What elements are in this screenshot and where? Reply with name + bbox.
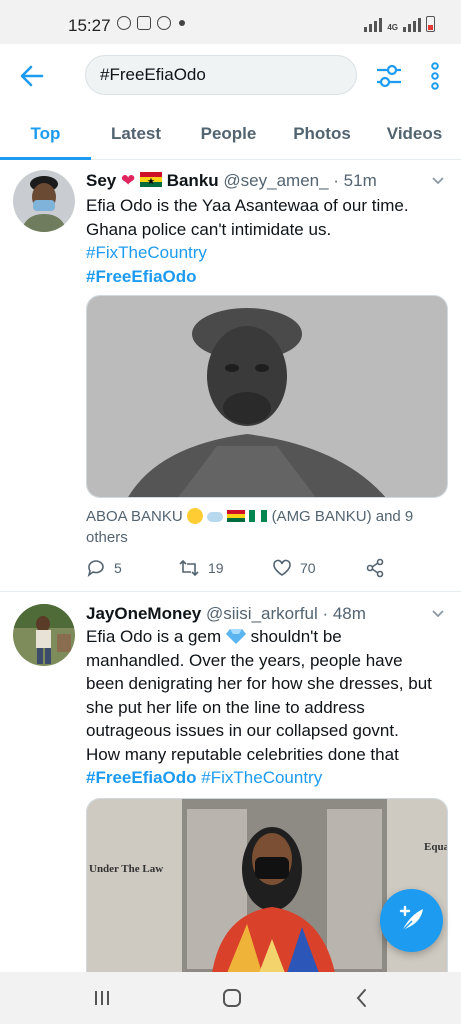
sync-icon bbox=[157, 16, 171, 30]
author-handle[interactable]: @siisi_arkorful bbox=[206, 604, 318, 623]
like-count: 70 bbox=[300, 560, 316, 576]
tweet[interactable]: Sey ❤ Banku @sey_amen_ · 51m Efia Odo is… bbox=[0, 161, 461, 592]
tab-top[interactable]: Top bbox=[0, 108, 91, 160]
more-notifications-icon bbox=[179, 20, 185, 26]
hashtag-link[interactable]: #FixTheCountry bbox=[86, 241, 451, 265]
back-nav-icon[interactable] bbox=[352, 987, 372, 1009]
ghana-flag-icon bbox=[227, 510, 246, 522]
heart-emoji: ❤ bbox=[120, 171, 136, 190]
active-tab-indicator bbox=[0, 157, 91, 160]
system-icons: 4G bbox=[364, 16, 435, 32]
system-nav-bar bbox=[0, 972, 461, 1024]
author-name[interactable]: Sey bbox=[86, 171, 116, 190]
retweet-icon bbox=[179, 559, 199, 577]
tweet-text: Efia Odo is a gem shouldn't be manhandle… bbox=[86, 627, 432, 787]
reply-count: 5 bbox=[114, 560, 122, 576]
author-handle[interactable]: @sey_amen_ bbox=[223, 171, 328, 190]
compose-tweet-button[interactable] bbox=[380, 889, 443, 952]
share-button[interactable] bbox=[365, 558, 385, 578]
whatsapp-icon bbox=[117, 16, 131, 30]
building-sign-right: Equal bbox=[424, 841, 447, 853]
tweet-actions: 5 19 70 bbox=[86, 558, 416, 582]
chevron-down-icon[interactable] bbox=[431, 607, 445, 621]
network-type: 4G bbox=[387, 23, 398, 32]
tagged-users[interactable]: ABOA BANKU (AMG BANKU) and 9 others bbox=[86, 506, 426, 548]
tweet-image[interactable] bbox=[86, 295, 448, 498]
signal-icon-2 bbox=[403, 16, 421, 32]
search-input[interactable]: #FreeEfiaOdo bbox=[85, 55, 357, 95]
building-sign-left: Under The Law bbox=[89, 863, 164, 875]
hashtag-link[interactable]: #FreeEfiaOdo bbox=[86, 768, 197, 787]
signal-icon bbox=[364, 16, 383, 32]
tweet-time: · 48m bbox=[322, 604, 366, 623]
ghana-flag-icon bbox=[139, 172, 162, 187]
tweet-text: Efia Odo is the Yaa Asantewaa of our tim… bbox=[86, 194, 451, 288]
avatar[interactable] bbox=[13, 604, 75, 666]
author-name[interactable]: JayOneMoney bbox=[86, 604, 201, 623]
tab-latest[interactable]: Latest bbox=[91, 108, 181, 159]
author-name-suffix[interactable]: Banku bbox=[167, 171, 219, 190]
recent-apps-icon[interactable] bbox=[92, 988, 112, 1008]
arrow-left-icon[interactable] bbox=[18, 62, 46, 90]
gallery-icon bbox=[137, 16, 151, 30]
gem-icon bbox=[225, 629, 246, 644]
home-icon[interactable] bbox=[221, 987, 243, 1009]
avatar[interactable] bbox=[13, 170, 75, 232]
reply-icon bbox=[87, 560, 104, 577]
hashtag-link[interactable]: #FreeEfiaOdo bbox=[86, 265, 451, 289]
tab-photos[interactable]: Photos bbox=[276, 108, 368, 159]
tab-people[interactable]: People bbox=[181, 108, 276, 159]
tab-videos[interactable]: Videos bbox=[368, 108, 461, 159]
retweet-button[interactable]: 19 bbox=[178, 558, 224, 578]
heart-icon bbox=[273, 559, 291, 576]
battery-icon bbox=[426, 16, 435, 32]
like-button[interactable]: 70 bbox=[272, 558, 316, 578]
status-time: 15:27 bbox=[68, 16, 111, 35]
dots-vertical-icon[interactable] bbox=[427, 62, 443, 90]
nigeria-flag-icon bbox=[249, 510, 268, 522]
retweet-count: 19 bbox=[208, 560, 224, 576]
emoji-face-icon bbox=[186, 508, 203, 524]
tweet-time: · 51m bbox=[333, 171, 377, 190]
sliders-icon[interactable] bbox=[375, 62, 403, 90]
search-header: #FreeEfiaOdo bbox=[0, 44, 461, 108]
share-icon bbox=[366, 558, 384, 578]
status-bar: 15:27 4G bbox=[0, 0, 461, 44]
emoji-dash-icon bbox=[207, 512, 224, 522]
search-tabs: Top Latest People Photos Videos bbox=[0, 108, 461, 160]
hashtag-link[interactable]: #FixTheCountry bbox=[201, 768, 322, 787]
notification-icons bbox=[117, 16, 185, 30]
tweet-header: JayOneMoney @siisi_arkorful · 48m bbox=[86, 604, 366, 624]
feather-plus-icon bbox=[399, 905, 423, 932]
chevron-down-icon[interactable] bbox=[431, 174, 445, 188]
reply-button[interactable]: 5 bbox=[86, 558, 122, 578]
tweet-header: Sey ❤ Banku @sey_amen_ · 51m bbox=[86, 171, 377, 191]
